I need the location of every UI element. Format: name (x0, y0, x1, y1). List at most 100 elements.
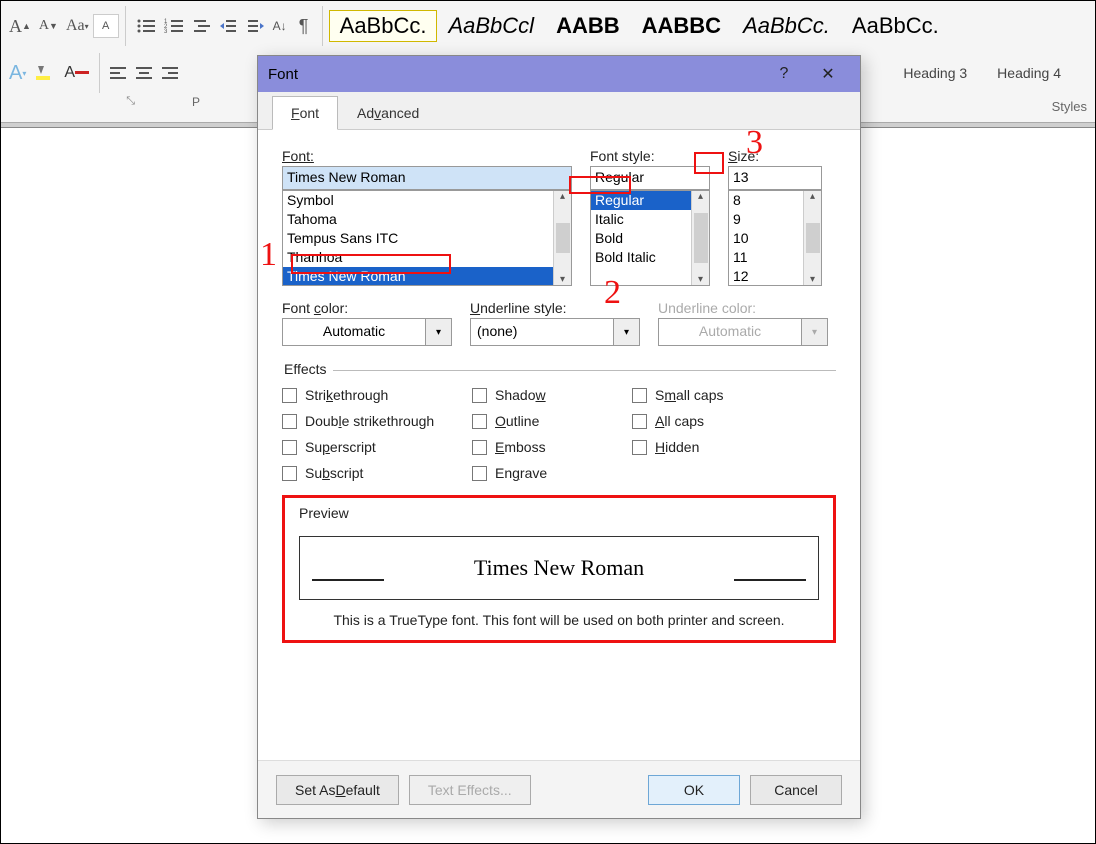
tab-advanced[interactable]: Advanced (338, 96, 438, 130)
list-item[interactable]: Tempus Sans ITC (283, 229, 553, 248)
style-listbox[interactable]: Regular Italic Bold Bold Italic ▴▾ (590, 190, 710, 286)
chk-shadow[interactable]: Shadow (472, 387, 632, 403)
dialog-footer: Set As Default Text Effects... OK Cancel (258, 760, 860, 818)
style-label: Font style: (590, 148, 710, 164)
style-item-2[interactable]: AABB (545, 10, 631, 42)
font-color-combo[interactable]: Automatic ▾ (282, 318, 452, 346)
dialog-title: Font (268, 66, 762, 83)
list-item[interactable]: Tahoma (283, 210, 553, 229)
preview-group: Preview Times New Roman This is a TrueTy… (282, 495, 836, 643)
font-input[interactable]: Times New Roman (282, 166, 572, 190)
font-dialog: Font ? ✕ Font Advanced Font: Times New R… (257, 55, 861, 819)
align-left-icon[interactable] (106, 59, 132, 87)
size-label: Size: (728, 148, 822, 164)
chk-strikethrough[interactable]: Strikethrough (282, 387, 472, 403)
clear-format-icon[interactable]: A (93, 14, 119, 38)
list-item[interactable]: 9 (729, 210, 803, 229)
styles-group-label: Styles (1044, 95, 1095, 118)
annotation-1: 1 (260, 236, 277, 274)
ok-button[interactable]: OK (648, 775, 740, 805)
tab-font-rest: o (300, 105, 308, 121)
tab-font[interactable]: Font (272, 96, 338, 130)
font-listbox[interactable]: Symbol Tahoma Tempus Sans ITC Thanhoa Ti… (282, 190, 572, 286)
style-item-5[interactable]: AaBbCc. (841, 10, 950, 42)
chk-dblstrike[interactable]: Double strikethrough (282, 413, 472, 429)
set-default-button[interactable]: Set As Default (276, 775, 399, 805)
style-sample: AaBbCc. (852, 13, 939, 38)
preview-description: This is a TrueType font. This font will … (299, 612, 819, 628)
list-item[interactable]: 8 (729, 191, 803, 210)
pilcrow-icon[interactable]: ¶ (292, 12, 316, 40)
style-sample: AaBbCc. (340, 13, 427, 38)
text-effects-button: Text Effects... (409, 775, 531, 805)
chevron-down-icon: ▾ (802, 318, 828, 346)
style-item-4[interactable]: AaBbCc. (732, 10, 841, 42)
dialog-tabs: Font Advanced (258, 92, 860, 130)
svg-text:3: 3 (164, 29, 168, 34)
list-item[interactable]: 11 (729, 248, 803, 267)
decrease-indent-icon[interactable] (216, 12, 242, 40)
align-right-icon[interactable] (158, 59, 184, 87)
effects-legend: Effects (278, 361, 333, 377)
style-item-3[interactable]: AABBC (631, 10, 732, 42)
underline-style-combo[interactable]: (none) ▾ (470, 318, 640, 346)
numbering-icon[interactable]: 123 (160, 12, 188, 40)
size-input[interactable]: 13 (728, 166, 822, 190)
grow-font-icon[interactable]: A▲ (5, 12, 35, 40)
style-sample: AaBbCcl (448, 13, 534, 38)
font-color-value: Automatic (282, 318, 426, 346)
close-button[interactable]: ✕ (806, 57, 850, 91)
list-item[interactable]: Italic (591, 210, 691, 229)
style-input[interactable]: Regular (590, 166, 710, 190)
chk-allcaps[interactable]: All caps (632, 413, 792, 429)
dialog-titlebar[interactable]: Font ? ✕ (258, 56, 860, 92)
help-button[interactable]: ? (762, 57, 806, 91)
list-item[interactable]: 10 (729, 229, 803, 248)
list-item-selected[interactable]: Regular (591, 191, 691, 210)
style-sample: AaBbCc. (743, 13, 830, 38)
shrink-font-icon[interactable]: A▼ (35, 12, 62, 40)
highlight-icon[interactable] (30, 59, 60, 87)
cancel-button[interactable]: Cancel (750, 775, 842, 805)
list-item[interactable]: Thanhoa (283, 248, 553, 267)
size-listbox[interactable]: 8 9 10 11 12 ▴▾ (728, 190, 822, 286)
chk-super[interactable]: Superscript (282, 439, 472, 455)
multilevel-icon[interactable] (188, 12, 216, 40)
style-sample: AABBC (642, 13, 721, 38)
chk-engrave[interactable]: Engrave (472, 465, 632, 481)
chk-outline[interactable]: Outline (472, 413, 632, 429)
chk-emboss[interactable]: Emboss (472, 439, 632, 455)
underline-color-label: Underline color: (658, 300, 828, 316)
chevron-down-icon[interactable]: ▾ (426, 318, 452, 346)
list-item[interactable]: Symbol (283, 191, 553, 210)
font-color-label: Font color: (282, 300, 452, 316)
list-item[interactable]: 12 (729, 267, 803, 286)
align-center-icon[interactable] (132, 59, 158, 87)
change-case-icon[interactable]: Aa▾ (62, 12, 93, 40)
heading4-label[interactable]: Heading 4 (997, 65, 1091, 81)
chevron-down-icon[interactable]: ▾ (614, 318, 640, 346)
preview-legend: Preview (295, 505, 353, 521)
style-item-0[interactable]: AaBbCc. (329, 10, 438, 42)
bullets-icon[interactable] (132, 12, 160, 40)
scrollbar[interactable]: ▴▾ (691, 191, 709, 285)
style-gallery: AaBbCc. AaBbCcl AABB AABBC AaBbCc. AaBbC… (329, 10, 950, 42)
style-item-1[interactable]: AaBbCcl (437, 10, 545, 42)
scrollbar[interactable]: ▴▾ (803, 191, 821, 285)
chk-smallcaps[interactable]: Small caps (632, 387, 792, 403)
list-item-selected[interactable]: Times New Roman (283, 267, 553, 286)
list-item[interactable]: Bold (591, 229, 691, 248)
dialog-body: Font: Times New Roman Symbol Tahoma Temp… (258, 130, 860, 760)
sort-icon[interactable]: A↓ (268, 12, 292, 40)
preview-sample: Times New Roman (299, 536, 819, 600)
font-color-icon[interactable]: A (60, 59, 93, 87)
preview-text: Times New Roman (474, 555, 644, 581)
chk-sub[interactable]: Subscript (282, 465, 472, 481)
heading3-label[interactable]: Heading 3 (903, 65, 997, 81)
increase-indent-icon[interactable] (242, 12, 268, 40)
text-effects-icon[interactable]: A▾ (5, 59, 30, 87)
list-item[interactable]: Bold Italic (591, 248, 691, 267)
underline-style-value: (none) (470, 318, 614, 346)
chk-hidden[interactable]: Hidden (632, 439, 792, 455)
scrollbar[interactable]: ▴▾ (553, 191, 571, 285)
